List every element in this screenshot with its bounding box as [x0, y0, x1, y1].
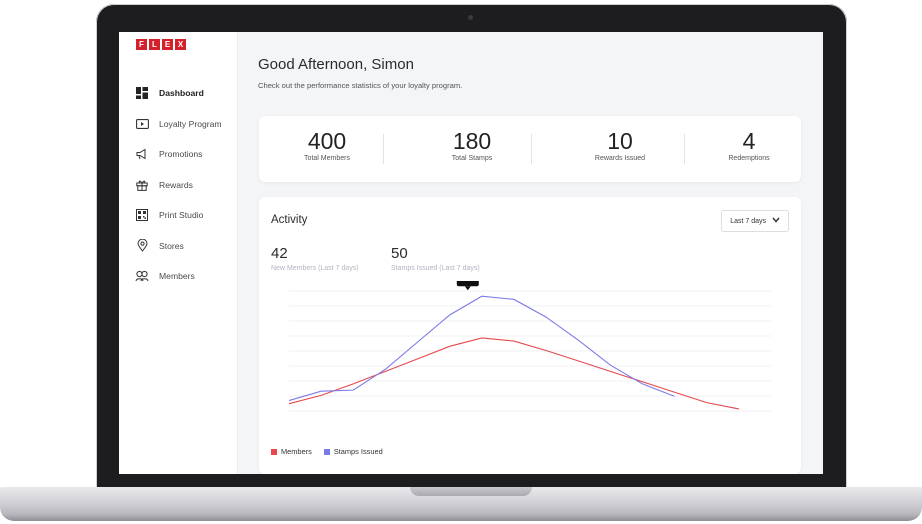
logo-letter: X — [175, 39, 186, 50]
activity-title: Activity — [271, 214, 308, 226]
activity-chart[interactable]: 10 — [259, 281, 801, 441]
legend-item-stamps-issued[interactable]: Stamps Issued — [323, 447, 383, 456]
sidebar-item-print-studio[interactable]: Print Studio — [135, 200, 235, 231]
legend-swatch — [323, 448, 330, 455]
stat-total-members: 400 Total Members — [267, 128, 387, 162]
stat-value: 400 — [307, 128, 347, 154]
activity-card: Activity Last 7 days 42 New Members (Las… — [259, 197, 801, 474]
sidebar-item-loyalty-program[interactable]: Loyalty Program — [135, 109, 235, 140]
legend-item-members[interactable]: Members — [271, 447, 312, 456]
logo-letter: L — [149, 39, 160, 50]
app-screen: F L E X Dashboard Loyalty Program Promot… — [119, 32, 823, 474]
sidebar-item-label: Rewards — [159, 179, 193, 190]
dashboard-icon — [135, 86, 149, 100]
tooltip-pointer — [464, 286, 471, 291]
megaphone-icon — [135, 147, 149, 161]
sidebar-item-stores[interactable]: Stores — [135, 231, 235, 262]
logo-letter: E — [162, 39, 173, 50]
legend-label: Members — [281, 447, 312, 456]
location-pin-icon — [135, 239, 149, 253]
legend-swatch — [271, 448, 277, 455]
metric-stamps-issued: 50 Stamps Issued (Last 7 days) — [391, 245, 480, 273]
laptop-notch — [410, 487, 532, 496]
stat-label: Redemptions — [728, 155, 770, 162]
date-range-select[interactable]: Last 7 days — [721, 210, 789, 232]
stat-value: 180 — [452, 128, 492, 154]
stat-label: Rewards Issued — [594, 155, 646, 162]
metric-label: Stamps Issued (Last 7 days) — [391, 265, 480, 272]
stat-label: Total Stamps — [451, 155, 493, 162]
page-title: Good Afternoon, Simon — [258, 56, 414, 73]
sidebar-item-label: Dashboard — [159, 88, 204, 99]
members-icon — [135, 269, 149, 283]
qr-code-icon — [135, 208, 149, 222]
stat-redemptions: 4 Redemptions — [689, 128, 809, 162]
page-subtitle: Check out the performance statistics of … — [258, 81, 463, 90]
metric-value: 42 — [271, 245, 288, 262]
main-content: Good Afternoon, Simon Check out the perf… — [238, 32, 823, 474]
tooltip-value: 10 — [464, 281, 472, 283]
sidebar-nav: Dashboard Loyalty Program Promotions Rew… — [135, 78, 235, 292]
sidebar: F L E X Dashboard Loyalty Program Promot… — [119, 32, 238, 474]
date-range-value: Last 7 days — [730, 217, 766, 225]
stat-rewards-issued: 10 Rewards Issued — [560, 128, 680, 162]
sidebar-item-rewards[interactable]: Rewards — [135, 170, 235, 201]
stats-card: 400 Total Members 180 Total Stamps 10 Re… — [259, 116, 801, 182]
chevron-down-icon — [772, 217, 780, 225]
sidebar-item-members[interactable]: Members — [135, 261, 235, 292]
stat-divider — [531, 134, 532, 164]
sidebar-item-label: Print Studio — [159, 210, 204, 221]
logo-letter: F — [136, 39, 147, 50]
stat-value: 10 — [607, 128, 633, 154]
loyalty-card-icon — [135, 117, 149, 131]
metric-new-members: 42 New Members (Last 7 days) — [271, 245, 359, 273]
sidebar-item-label: Members — [159, 271, 195, 282]
gift-icon — [135, 178, 149, 192]
sidebar-item-promotions[interactable]: Promotions — [135, 139, 235, 170]
metric-label: New Members (Last 7 days) — [271, 265, 359, 272]
brand-logo[interactable]: F L E X — [136, 39, 186, 50]
stat-value: 4 — [742, 128, 756, 154]
camera-icon — [468, 15, 473, 20]
sidebar-item-label: Promotions — [159, 149, 203, 160]
stat-label: Total Members — [304, 155, 350, 162]
stat-divider — [684, 134, 685, 164]
chart-tooltip: 10 — [456, 281, 479, 291]
metric-value: 50 — [391, 245, 408, 262]
legend-label: Stamps Issued — [333, 447, 383, 456]
sidebar-item-label: Loyalty Program — [159, 118, 222, 129]
series-line-members[interactable] — [288, 337, 739, 410]
sidebar-item-label: Stores — [159, 240, 184, 251]
stat-total-stamps: 180 Total Stamps — [412, 128, 532, 162]
series-line-stamps-issued[interactable] — [288, 295, 675, 402]
stat-divider — [383, 134, 384, 164]
sidebar-item-dashboard[interactable]: Dashboard — [135, 78, 235, 109]
chart-legend: Members Stamps Issued — [271, 447, 383, 456]
